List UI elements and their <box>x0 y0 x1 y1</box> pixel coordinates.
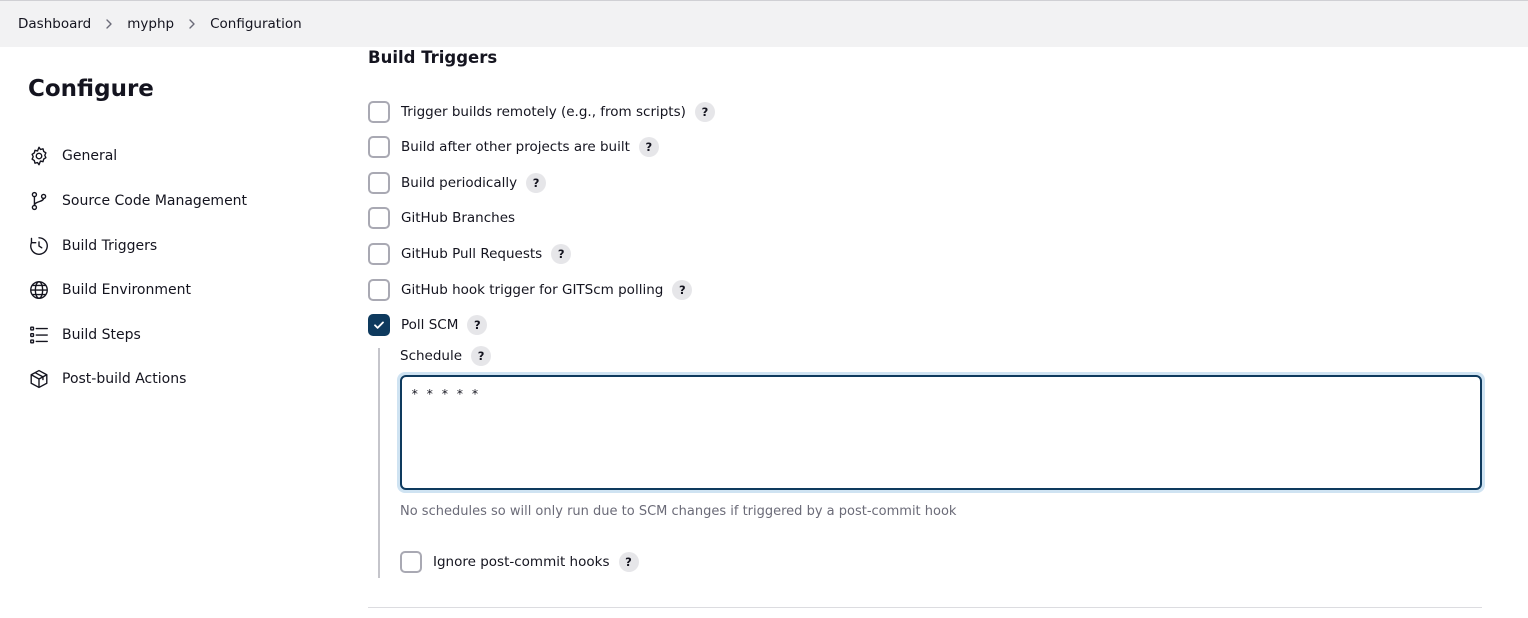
sidebar-item-label: Build Steps <box>62 327 141 343</box>
breadcrumb-configuration[interactable]: Configuration <box>210 16 302 32</box>
trigger-option-poll-scm: Poll SCM ? <box>368 314 488 336</box>
option-label[interactable]: Build periodically <box>401 175 517 191</box>
checkbox[interactable] <box>368 279 390 301</box>
sidebar-item-general[interactable]: General <box>28 142 117 170</box>
section-title-build-triggers: Build Triggers <box>368 48 498 67</box>
sidebar-item-label: Source Code Management <box>62 193 248 209</box>
sidebar-item-build-environment[interactable]: Build Environment <box>28 276 191 304</box>
help-icon[interactable]: ? <box>618 552 639 572</box>
package-icon <box>28 368 50 390</box>
globe-icon <box>28 279 50 301</box>
clock-icon <box>28 235 50 257</box>
trigger-option-remote: Trigger builds remotely (e.g., from scri… <box>368 101 715 123</box>
sidebar-item-source-code-management[interactable]: Source Code Management <box>28 187 247 215</box>
checkbox[interactable] <box>368 101 390 123</box>
option-label[interactable]: Build after other projects are built <box>401 139 630 155</box>
section-divider <box>368 607 1482 608</box>
option-label[interactable]: GitHub Pull Requests <box>401 246 542 262</box>
trigger-option-github-branches: GitHub Branches <box>368 207 515 229</box>
help-icon[interactable]: ? <box>471 346 492 366</box>
chevron-right-icon <box>174 19 210 29</box>
checkbox[interactable] <box>368 243 390 265</box>
option-ignore-post-commit-hooks: Ignore post-commit hooks ? <box>400 551 639 573</box>
help-icon[interactable]: ? <box>672 280 693 300</box>
top-bar: Dashboard myphp Configuration <box>0 0 1528 47</box>
trigger-option-github-pull-requests: GitHub Pull Requests ? <box>368 243 572 265</box>
option-label[interactable]: GitHub hook trigger for GITScm polling <box>401 282 663 298</box>
breadcrumb: Dashboard myphp Configuration <box>18 16 302 32</box>
check-icon <box>374 321 384 329</box>
sidebar-item-label: General <box>62 148 118 164</box>
help-icon[interactable]: ? <box>638 137 659 157</box>
nested-section-indicator <box>378 348 380 578</box>
sidebar-item-label: Post-build Actions <box>62 371 187 387</box>
checkbox[interactable] <box>368 207 390 229</box>
checkbox[interactable] <box>400 551 422 573</box>
schedule-focus-ring: * * * * * <box>397 372 1485 493</box>
sidebar-item-label: Build Environment <box>62 282 191 298</box>
list-icon <box>28 324 50 346</box>
trigger-option-after-other-projects: Build after other projects are built ? <box>368 136 659 158</box>
checkbox[interactable] <box>368 172 390 194</box>
option-label[interactable]: Ignore post-commit hooks <box>433 554 610 570</box>
help-icon[interactable]: ? <box>694 102 715 122</box>
breadcrumb-dashboard[interactable]: Dashboard <box>18 16 91 32</box>
sidebar-item-build-steps[interactable]: Build Steps <box>28 321 141 349</box>
option-label[interactable]: Poll SCM <box>401 317 458 333</box>
help-icon[interactable]: ? <box>467 315 488 335</box>
help-icon[interactable]: ? <box>526 173 547 193</box>
gear-icon <box>28 145 50 167</box>
schedule-input[interactable]: * * * * * <box>400 375 1482 490</box>
sidebar-item-label: Build Triggers <box>62 238 158 254</box>
page-title: Configure <box>28 76 154 102</box>
branch-icon <box>28 190 50 212</box>
option-label[interactable]: Trigger builds remotely (e.g., from scri… <box>401 104 686 120</box>
sidebar-item-post-build-actions[interactable]: Post-build Actions <box>28 365 186 393</box>
chevron-right-icon <box>91 19 127 29</box>
schedule-label: Schedule <box>400 348 463 364</box>
sidebar-item-build-triggers[interactable]: Build Triggers <box>28 232 157 260</box>
schedule-field-label: Schedule ? <box>400 346 492 366</box>
trigger-option-github-hook: GitHub hook trigger for GITScm polling ? <box>368 279 693 301</box>
schedule-validation-message: No schedules so will only run due to SCM… <box>400 504 957 519</box>
checkbox[interactable] <box>368 136 390 158</box>
breadcrumb-myphp[interactable]: myphp <box>127 16 174 32</box>
trigger-option-periodically: Build periodically ? <box>368 172 547 194</box>
option-label[interactable]: GitHub Branches <box>401 210 515 226</box>
help-icon[interactable]: ? <box>551 244 572 264</box>
checkbox-checked[interactable] <box>368 314 390 336</box>
